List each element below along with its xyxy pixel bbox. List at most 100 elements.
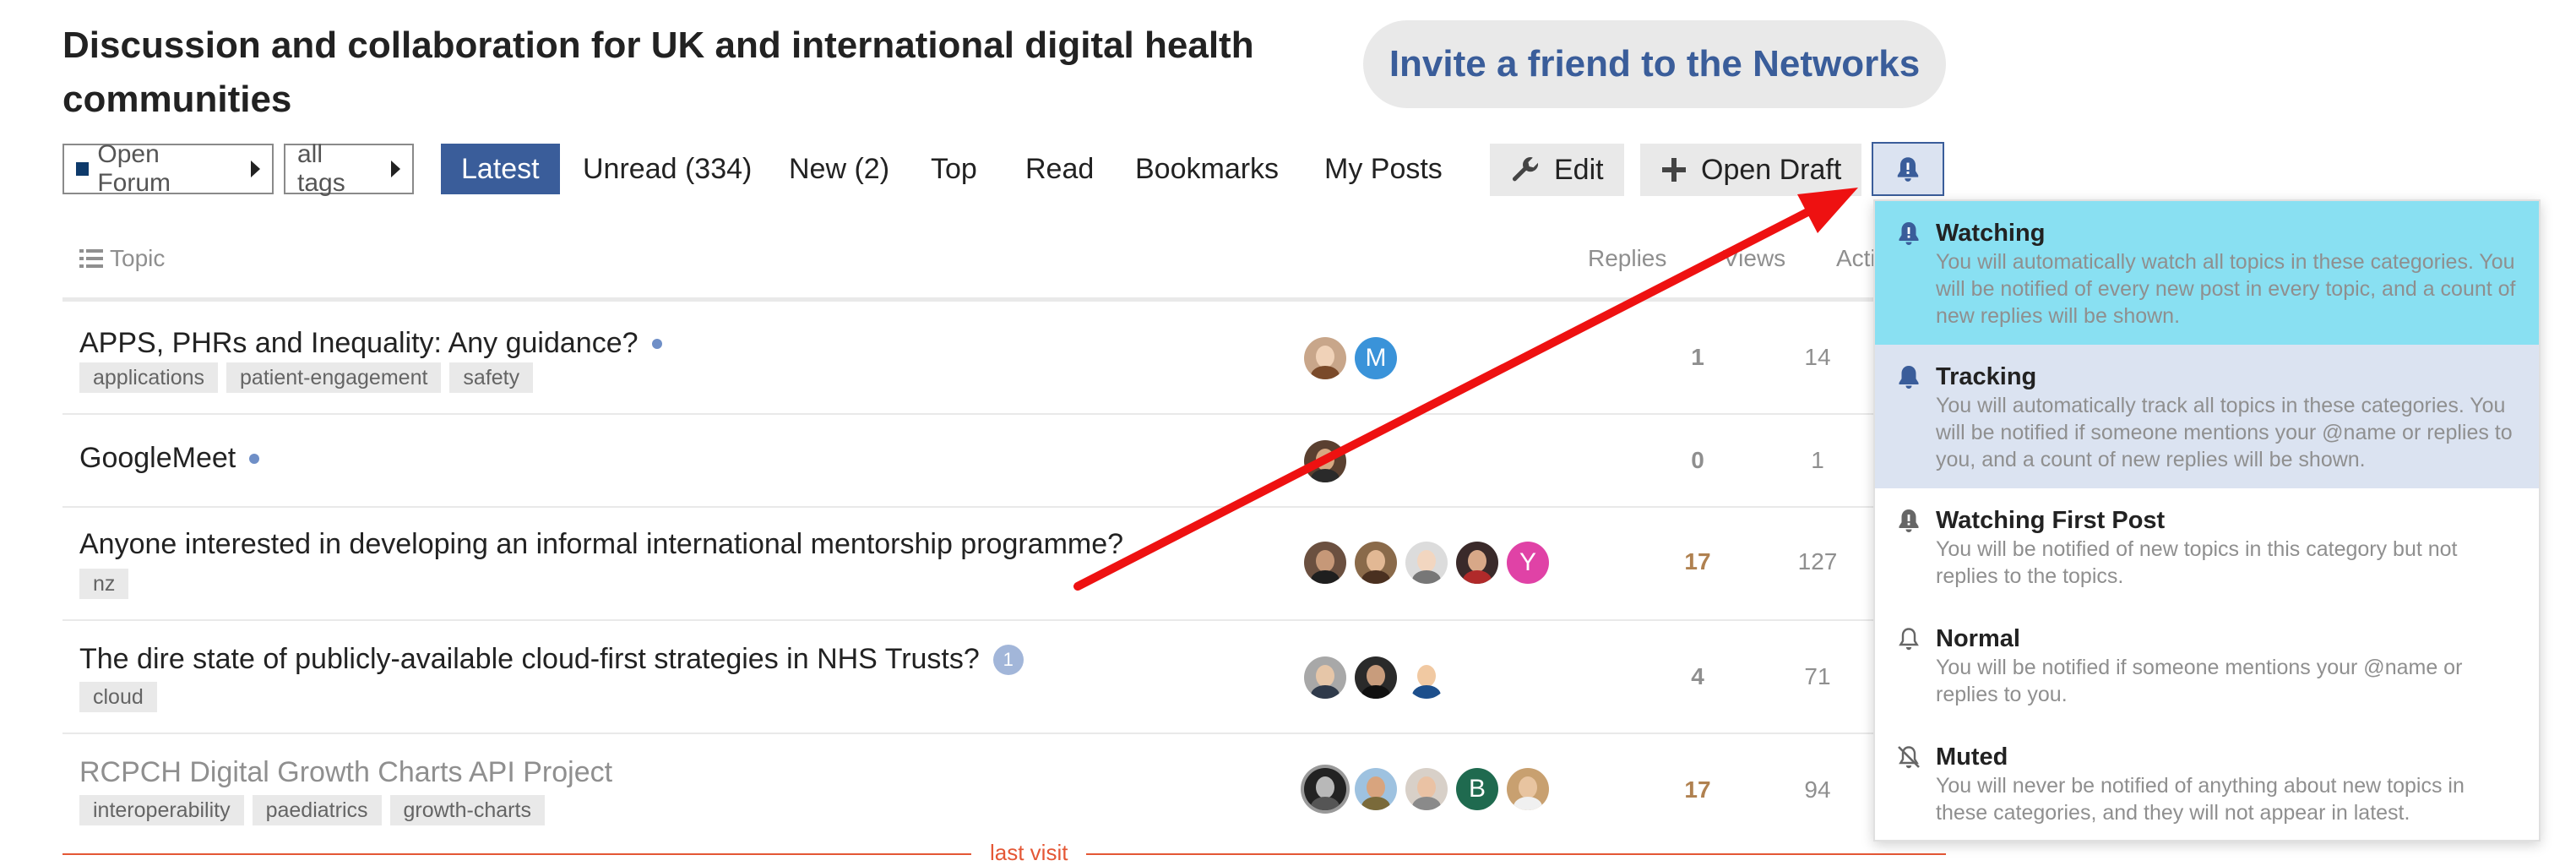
category-dropdown[interactable]: Open Forum <box>62 140 274 197</box>
last-visit-divider: last visit <box>62 840 1946 866</box>
reply-count[interactable]: 4 <box>1672 663 1723 690</box>
bell-exclamation-icon <box>1897 157 1919 182</box>
avatar[interactable] <box>1304 656 1346 699</box>
category-label: Open Forum <box>97 140 171 197</box>
avatar[interactable] <box>1456 542 1498 584</box>
menu-item-normal[interactable]: Normal You will be notified if someone m… <box>1875 607 2539 725</box>
bell-outline-icon <box>1899 628 1919 651</box>
notification-level-button[interactable] <box>1872 142 1944 196</box>
topic-row[interactable]: APPS, PHRs and Inequality: Any guidance?… <box>62 302 1946 415</box>
topic-row[interactable]: RCPCH Digital Growth Charts API Project … <box>62 734 1946 847</box>
draft-label: Open Draft <box>1701 153 1842 186</box>
topic-title-text: APPS, PHRs and Inequality: Any guidance? <box>79 327 639 359</box>
column-header-topic[interactable]: Topic <box>79 245 165 272</box>
menu-item-watching-first-post[interactable]: Watching First Post You will be notified… <box>1875 488 2539 607</box>
nav-my-posts[interactable]: My Posts <box>1304 144 1463 194</box>
nav-new[interactable]: New (2) <box>769 144 910 194</box>
menu-item-watching[interactable]: Watching You will automatically watch al… <box>1875 201 2539 345</box>
tag[interactable]: safety <box>449 362 534 393</box>
tags-label: all tags <box>297 140 345 197</box>
nav-latest[interactable]: Latest <box>441 144 560 194</box>
topic-title-link[interactable]: APPS, PHRs and Inequality: Any guidance? <box>79 327 662 360</box>
view-count: 14 <box>1804 344 1831 370</box>
menu-item-tracking[interactable]: Tracking You will automatically track al… <box>1875 345 2539 488</box>
menu-item-description: You will never be notified of anything a… <box>1936 774 2465 825</box>
menu-item-description: You will automatically watch all topics … <box>1936 250 2516 328</box>
invite-friend-button[interactable]: Invite a friend to the Networks <box>1363 20 1946 108</box>
topic-row[interactable]: The dire state of publicly-available clo… <box>62 621 1946 734</box>
topic-title-link[interactable]: The dire state of publicly-available clo… <box>79 643 1024 676</box>
view-count: 71 <box>1804 663 1831 689</box>
tags-dropdown[interactable]: all tags <box>284 140 414 197</box>
tag[interactable]: nz <box>79 569 129 599</box>
nav-unread[interactable]: Unread (334) <box>562 144 772 194</box>
topic-row[interactable]: Anyone interested in developing an infor… <box>62 508 1946 621</box>
avatar[interactable] <box>1355 542 1397 584</box>
topic-title-text: RCPCH Digital Growth Charts API Project <box>79 756 613 788</box>
page-title: Discussion and collaboration for UK and … <box>62 25 1254 120</box>
topic-tags: nz <box>79 569 129 599</box>
poster-avatars <box>1304 656 1448 699</box>
unread-indicator <box>249 453 260 464</box>
topic-title-text: The dire state of publicly-available clo… <box>79 643 980 675</box>
column-header-views[interactable]: Views <box>1723 245 1785 272</box>
new-posts-badge[interactable]: 1 <box>992 644 1024 675</box>
poster-avatars: B <box>1304 768 1549 810</box>
poster-avatars <box>1304 440 1346 482</box>
tag[interactable]: patient-engagement <box>226 362 442 393</box>
avatar[interactable] <box>1355 656 1397 699</box>
bell-icon <box>1899 366 1919 389</box>
bell-exclamation-icon <box>1899 222 1919 245</box>
menu-item-title: Tracking <box>1936 363 2037 390</box>
column-topic-label: Topic <box>110 245 166 271</box>
reply-count[interactable]: 17 <box>1672 548 1723 575</box>
avatar[interactable] <box>1405 542 1448 584</box>
poster-avatars: M <box>1304 337 1397 379</box>
avatar[interactable] <box>1507 768 1549 810</box>
nav-read[interactable]: Read <box>1005 144 1114 194</box>
topic-title-link[interactable]: GoogleMeet <box>79 442 260 475</box>
topic-title-text: GoogleMeet <box>79 442 236 474</box>
menu-item-muted[interactable]: Muted You will never be notified of anyt… <box>1875 725 2539 843</box>
tag[interactable]: paediatrics <box>252 795 382 825</box>
unread-indicator <box>651 338 662 349</box>
nav-top[interactable]: Top <box>910 144 997 194</box>
topic-row[interactable]: GoogleMeet 0 1 2 <box>62 415 1946 508</box>
avatar[interactable]: Y <box>1507 542 1549 584</box>
avatar[interactable] <box>1304 542 1346 584</box>
tag[interactable]: cloud <box>79 682 157 712</box>
avatar[interactable] <box>1405 656 1448 699</box>
reply-count[interactable]: 17 <box>1672 776 1723 803</box>
tag[interactable]: interoperability <box>79 795 244 825</box>
topic-title-link[interactable]: Anyone interested in developing an infor… <box>79 528 1123 561</box>
menu-item-title: Muted <box>1936 743 2008 771</box>
tag[interactable]: growth-charts <box>389 795 545 825</box>
avatar[interactable]: M <box>1355 337 1397 379</box>
avatar[interactable] <box>1304 440 1346 482</box>
reply-count[interactable]: 1 <box>1672 344 1723 371</box>
avatar[interactable] <box>1405 768 1448 810</box>
column-header-replies[interactable]: Replies <box>1588 245 1666 272</box>
avatar[interactable] <box>1304 337 1346 379</box>
notification-level-menu: Watching You will automatically watch al… <box>1873 199 2541 841</box>
view-count: 127 <box>1797 548 1838 575</box>
avatar[interactable] <box>1355 768 1397 810</box>
nav-bookmarks[interactable]: Bookmarks <box>1115 144 1299 194</box>
column-header-activity[interactable]: Acti <box>1836 245 1876 272</box>
wrench-icon <box>1513 157 1539 182</box>
topic-tags: applications patient-engagement safety <box>79 362 534 393</box>
view-count: 94 <box>1804 776 1831 803</box>
open-draft-button[interactable]: Open Draft <box>1640 144 1862 196</box>
reply-count[interactable]: 0 <box>1672 447 1723 474</box>
avatar[interactable] <box>1304 768 1346 810</box>
topic-title-link[interactable]: RCPCH Digital Growth Charts API Project <box>79 756 612 789</box>
last-visit-label: last visit <box>971 840 1087 866</box>
plus-icon <box>1662 158 1686 182</box>
menu-item-title: Normal <box>1936 625 2020 652</box>
bell-exclamation-icon <box>1899 509 1919 532</box>
topic-tags: interoperability paediatrics growth-char… <box>79 795 545 825</box>
avatar[interactable]: B <box>1456 768 1498 810</box>
menu-item-description: You will be notified of new topics in th… <box>1936 537 2458 588</box>
tag[interactable]: applications <box>79 362 219 393</box>
edit-button[interactable]: Edit <box>1490 144 1624 196</box>
